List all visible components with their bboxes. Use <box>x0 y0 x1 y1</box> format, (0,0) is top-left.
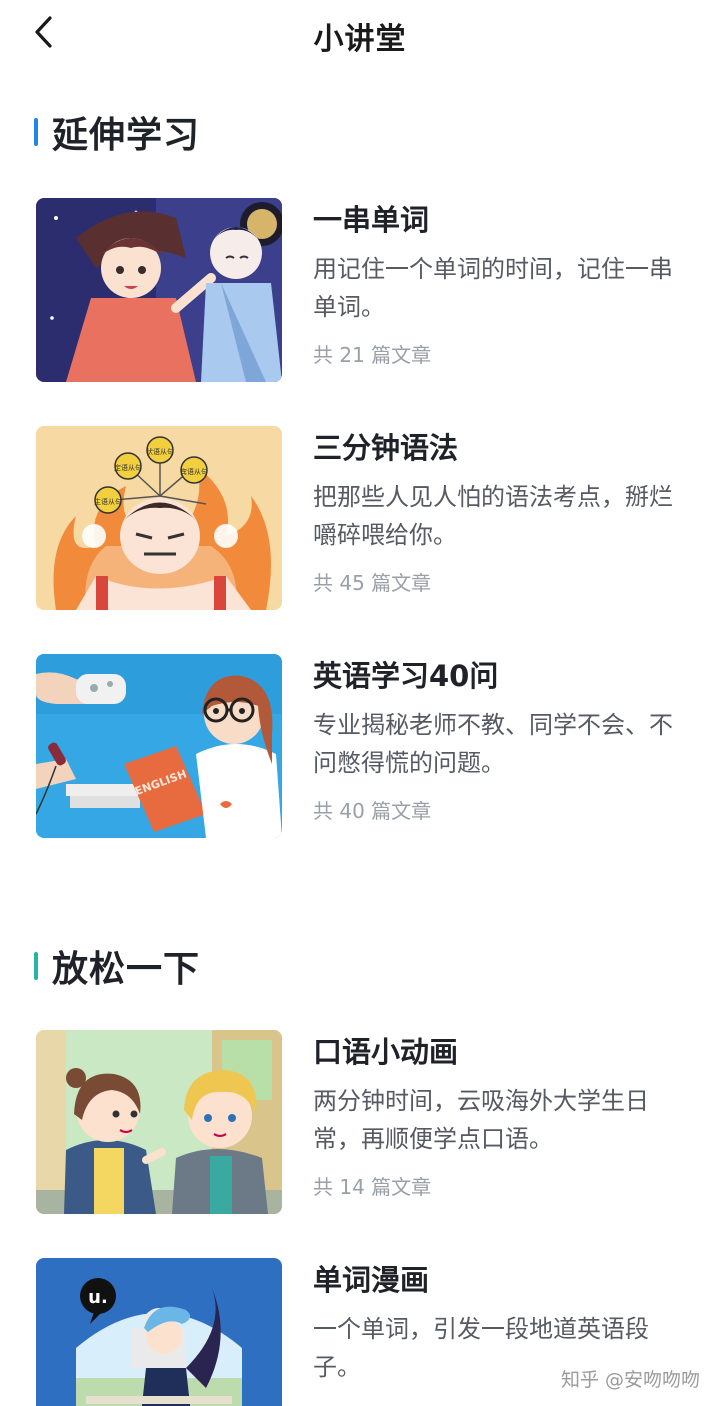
top-bar: 小讲堂 <box>0 0 720 64</box>
card-description: 用记住一个单词的时间，记住一串单词。 <box>313 255 673 321</box>
card-description: 把那些人见人怕的语法考点，掰烂嚼碎喂给你。 <box>313 483 673 549</box>
badge-text: 主语从句 <box>94 497 122 506</box>
thumbnail-speaking-animation <box>36 1030 282 1214</box>
course-card-three-minute-grammar[interactable]: 定语从句 状语从句 宾语从句 主语从句 三分钟语法 把那些人见人怕的语法考点，掰… <box>36 426 700 612</box>
card-description: 两分钟时间，云吸海外大学生日常，再顺便学点口语。 <box>313 1087 649 1153</box>
article-count: 共 21 篇文章 <box>313 343 432 367</box>
article-count: 共 40 篇文章 <box>313 799 432 823</box>
card-body: 口语小动画 两分钟时间，云吸海外大学生日常，再顺便学点口语。 共 14 篇文章 <box>313 1030 685 1202</box>
badge-text: 定语从句 <box>114 463 142 472</box>
thumbnail-word-comics: u. <box>36 1258 282 1406</box>
badge-text: 宾语从句 <box>180 467 208 476</box>
watermark: 知乎 @安吻吻吻 <box>560 1369 700 1391</box>
thumbnail-grammar: 定语从句 状语从句 宾语从句 主语从句 <box>36 426 282 610</box>
logo-text: u. <box>88 1287 108 1308</box>
thumbnail-word-chain <box>36 198 282 382</box>
section-header-relax: 放松一下 <box>34 940 200 992</box>
card-title: 口语小动画 <box>313 1035 459 1069</box>
course-card-word-chain[interactable]: 一串单词 用记住一个单词的时间，记住一串单词。 共 21 篇文章 <box>36 198 700 384</box>
badge-text: 状语从句 <box>146 447 174 456</box>
card-title: 三分钟语法 <box>313 431 459 465</box>
card-body: 三分钟语法 把那些人见人怕的语法考点，掰烂嚼碎喂给你。 共 45 篇文章 <box>313 426 685 598</box>
card-body: 英语学习40问 专业揭秘老师不教、同学不会、不问憋得慌的问题。 共 40 篇文章 <box>313 654 685 826</box>
card-description: 专业揭秘老师不教、同学不会、不问憋得慌的问题。 <box>313 711 673 777</box>
course-card-english-40-questions[interactable]: ENGLISH 英语学习40问 专业揭秘老师不教、同学不会、不问憋得慌的问题。 … <box>36 654 700 840</box>
course-card-speaking-animation[interactable]: 口语小动画 两分钟时间，云吸海外大学生日常，再顺便学点口语。 共 14 篇文章 <box>36 1030 700 1216</box>
card-title: 一串单词 <box>313 203 430 237</box>
section-title: 放松一下 <box>52 949 201 990</box>
card-title: 英语学习40问 <box>313 659 499 693</box>
card-title: 单词漫画 <box>313 1263 430 1297</box>
article-count: 共 14 篇文章 <box>313 1175 432 1199</box>
article-count: 共 45 篇文章 <box>313 571 432 595</box>
card-body: 一串单词 用记住一个单词的时间，记住一串单词。 共 21 篇文章 <box>313 198 685 370</box>
page-title: 小讲堂 <box>313 22 407 57</box>
thumbnail-english-40: ENGLISH <box>36 654 282 838</box>
section-header-extended-learning: 延伸学习 <box>34 106 200 158</box>
section-accent-bar <box>34 118 38 146</box>
section-accent-bar <box>34 952 38 980</box>
section-title: 延伸学习 <box>52 115 201 156</box>
